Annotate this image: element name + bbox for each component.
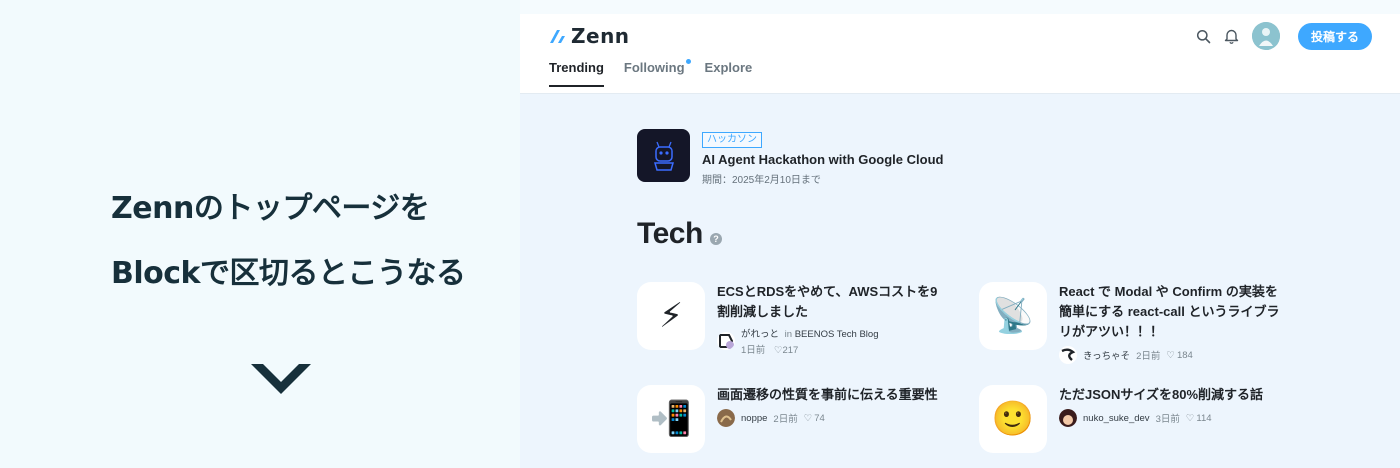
bell-icon[interactable]	[1218, 22, 1246, 50]
in-label: in	[784, 329, 793, 340]
zenn-logo-icon	[550, 30, 565, 43]
post-button[interactable]: 投稿する	[1297, 22, 1372, 50]
mobile-arrow-icon: 📲	[637, 385, 705, 453]
like-count: 184	[1176, 349, 1193, 361]
article-meta-col: がれっと in BEENOS Tech Blog 1日前 ♡217	[741, 326, 879, 356]
article-title[interactable]: 画面遷移の性質を事前に伝える重要性	[717, 385, 947, 405]
event-thumbnail	[637, 129, 690, 182]
tab-following[interactable]: Following	[623, 59, 691, 87]
zenn-logo[interactable]: Zenn	[549, 24, 630, 48]
article-stats: 1日前 ♡217	[741, 342, 879, 356]
logo-text: Zenn	[571, 24, 630, 48]
article-card[interactable]: 📲 画面遷移の性質を事前に伝える重要性 noppe 2日前 ♡ 74	[637, 385, 957, 453]
search-icon[interactable]	[1190, 22, 1218, 50]
caption-line-1: Zennのトップページを	[111, 191, 430, 226]
article-date: 2日前	[773, 414, 798, 425]
robot-icon	[653, 141, 674, 171]
heart-icon: ♡	[1185, 412, 1195, 424]
article-body: React で Modal や Confirm の実装を簡単にする react-…	[1059, 282, 1289, 364]
article-meta: きっちゃそ 2日前 ♡ 184	[1059, 346, 1289, 364]
publication-name[interactable]: BEENOS Tech Blog	[795, 329, 879, 340]
notification-dot	[685, 59, 691, 64]
like-count: 74	[814, 412, 825, 424]
article-body: 画面遷移の性質を事前に伝える重要性 noppe 2日前 ♡ 74	[717, 385, 947, 453]
lightning-icon: ⚡	[637, 282, 705, 350]
article-card[interactable]: ⚡ ECSとRDSをやめて、AWSコストを9割削減しました がれっと in BE…	[637, 282, 957, 356]
caption-panel: Zennのトップページを Blockで区切るとこうなる	[0, 0, 520, 468]
like-count: 217	[782, 345, 799, 356]
event-info: ハッカソン AI Agent Hackathon with Google Clo…	[702, 129, 943, 186]
article-title[interactable]: React で Modal や Confirm の実装を簡単にする react-…	[1059, 282, 1289, 342]
zenn-app-screenshot: Zenn 投稿する Trending Following Explore ハッカ…	[520, 14, 1400, 468]
article-date: 3日前	[1155, 414, 1180, 425]
author-name[interactable]: がれっと	[741, 329, 779, 340]
smiley-icon: 🙂	[979, 385, 1047, 453]
heart-icon: ♡	[803, 412, 813, 424]
article-meta: がれっと in BEENOS Tech Blog 1日前 ♡217	[717, 326, 947, 356]
chevron-down-icon	[251, 364, 311, 394]
event-title[interactable]: AI Agent Hackathon with Google Cloud	[702, 152, 943, 167]
section-title: Tech ?	[637, 217, 722, 251]
article-meta: noppe 2日前 ♡ 74	[717, 409, 947, 427]
article-date: 2日前	[1136, 351, 1161, 362]
author-name[interactable]: きっちゃそ	[1083, 348, 1130, 362]
event-badge: ハッカソン	[702, 132, 762, 148]
article-card[interactable]: 🙂 ただJSONサイズを80%削減する話 nuko_suke_dev 3日前 ♡…	[979, 385, 1299, 453]
author-name[interactable]: nuko_suke_dev	[1083, 413, 1150, 424]
author-avatar[interactable]	[717, 409, 735, 427]
author-avatar[interactable]	[1059, 346, 1077, 364]
tab-trending[interactable]: Trending	[549, 60, 604, 87]
article-date: 1日前	[741, 345, 766, 356]
help-icon[interactable]: ?	[709, 232, 722, 245]
heart-icon: ♡	[1166, 349, 1175, 361]
like-count: 114	[1196, 412, 1212, 424]
tab-following-label: Following	[623, 60, 685, 75]
header-actions: 投稿する	[1190, 22, 1372, 50]
site-header: Zenn 投稿する Trending Following Explore	[520, 14, 1400, 94]
article-meta: nuko_suke_dev 3日前 ♡ 114	[1059, 409, 1289, 427]
section-title-text: Tech	[637, 217, 703, 250]
satellite-dish-icon: 📡	[979, 282, 1047, 350]
user-avatar[interactable]	[1251, 22, 1280, 50]
event-banner[interactable]: ハッカソン AI Agent Hackathon with Google Clo…	[637, 129, 943, 186]
author-name[interactable]: noppe	[741, 413, 767, 424]
caption-line-2: Blockで区切るとこうなる	[111, 256, 466, 291]
tab-explore[interactable]: Explore	[705, 60, 753, 87]
article-body: ECSとRDSをやめて、AWSコストを9割削減しました がれっと in BEEN…	[717, 282, 947, 356]
feed-tabs: Trending Following Explore	[549, 59, 753, 87]
article-card[interactable]: 📡 React で Modal や Confirm の実装を簡単にする reac…	[979, 282, 1299, 364]
article-title[interactable]: ECSとRDSをやめて、AWSコストを9割削減しました	[717, 282, 947, 322]
event-period: 期間：2025年2月10日まで	[702, 175, 821, 186]
author-avatar[interactable]	[717, 332, 735, 350]
article-title[interactable]: ただJSONサイズを80%削減する話	[1059, 385, 1289, 405]
article-body: ただJSONサイズを80%削減する話 nuko_suke_dev 3日前 ♡ 11…	[1059, 385, 1289, 453]
author-avatar[interactable]	[1059, 409, 1077, 427]
